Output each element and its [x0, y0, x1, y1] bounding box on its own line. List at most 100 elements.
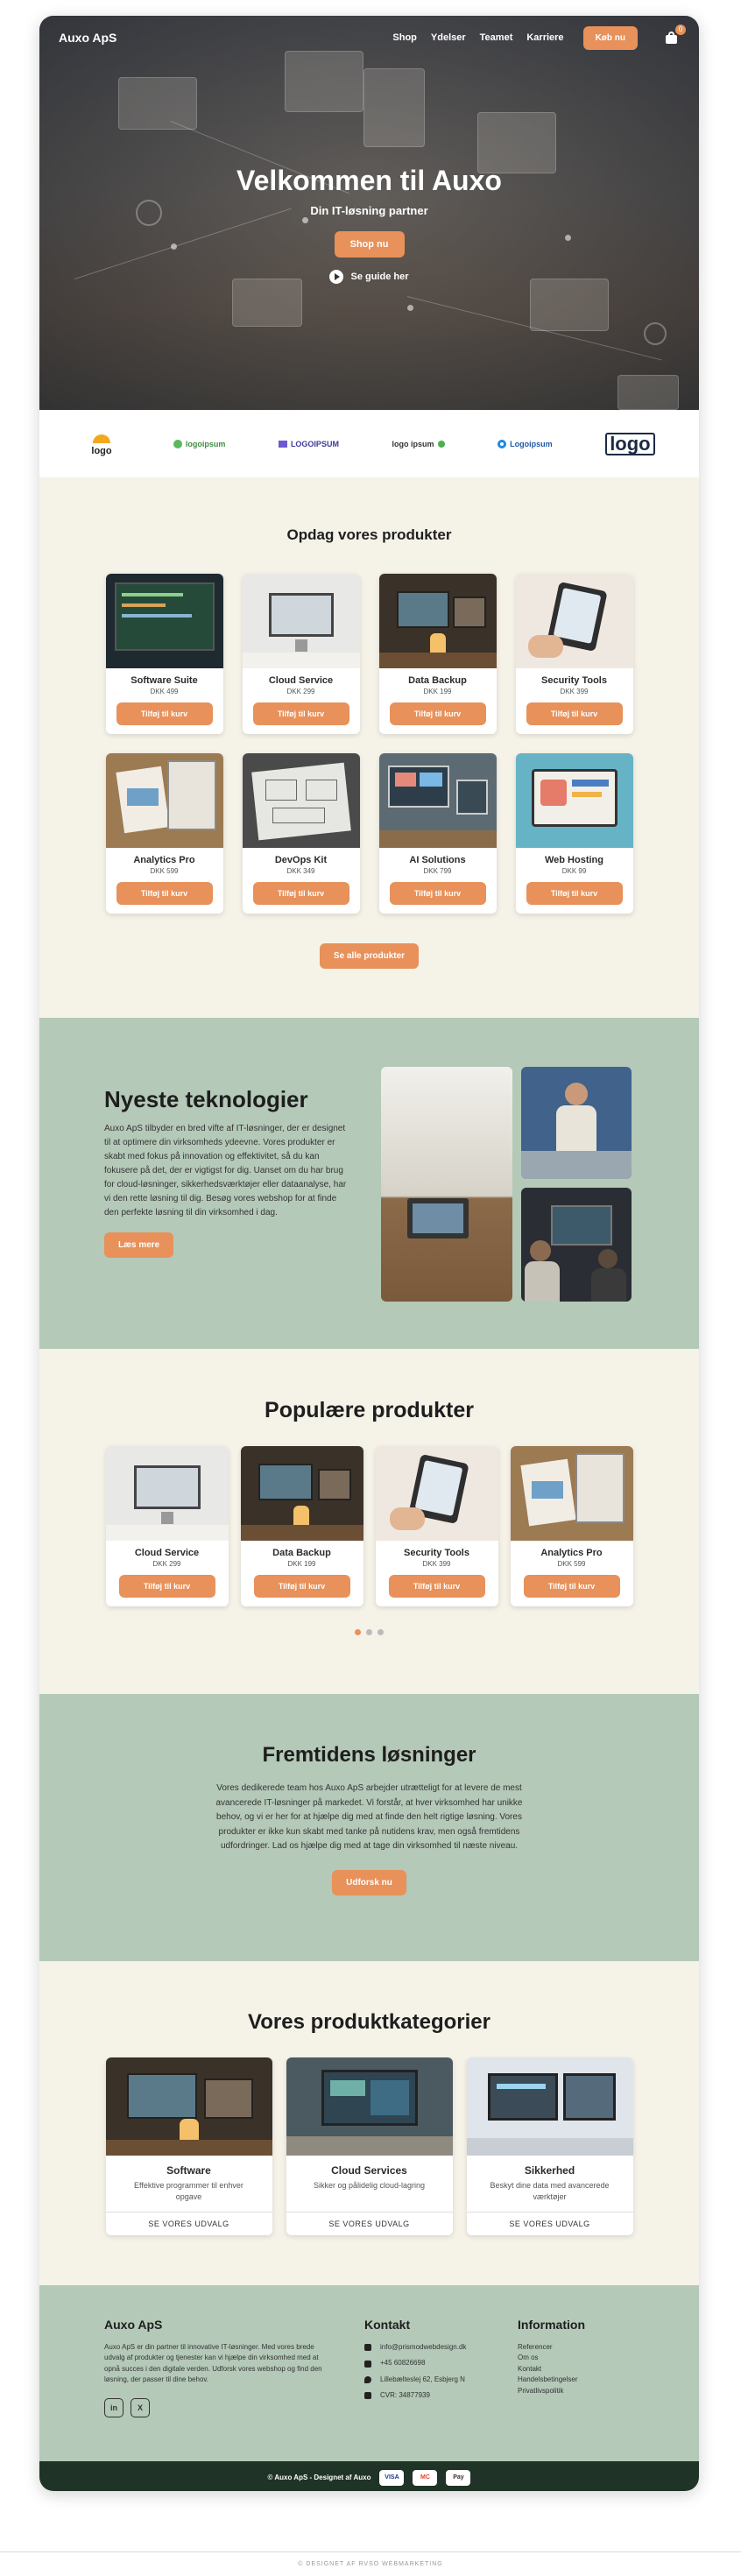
- office-background-shape: [381, 1067, 512, 1302]
- product-card[interactable]: DevOps Kit DKK 349 Tilføj til kurv: [242, 753, 360, 914]
- product-card[interactable]: AI Solutions DKK 799 Tilføj til kurv: [378, 753, 497, 914]
- products-title: Opdag vores produkter: [286, 526, 452, 543]
- product-name: Data Backup: [272, 1548, 331, 1558]
- hero-deco-notebook: [530, 279, 609, 331]
- product-price: DKK 299: [152, 1560, 181, 1568]
- info-link-referencer[interactable]: Referencer: [518, 2342, 623, 2353]
- product-name: Cloud Service: [134, 1548, 200, 1558]
- nav-link-teamet[interactable]: Teamet: [480, 32, 513, 43]
- person-body-shape: [525, 1261, 560, 1302]
- product-card[interactable]: Software Suite DKK 499 Tilføj til kurv: [105, 574, 223, 734]
- cart-body: [666, 35, 677, 44]
- location-pin-icon: [364, 2375, 371, 2383]
- designer-credit[interactable]: © DESIGNET AF RVSO WEBMARKETING: [0, 2561, 741, 2567]
- notebook-shape: [166, 760, 216, 830]
- product-card[interactable]: Cloud Service DKK 299 Tilføj til kurv: [242, 574, 360, 734]
- product-card[interactable]: Web Hosting DKK 99 Tilføj til kurv: [515, 753, 633, 914]
- add-to-cart-button[interactable]: Tilføj til kurv: [252, 702, 349, 725]
- category-card[interactable]: Sikkerhed Beskyt dine data med avancered…: [466, 2057, 633, 2235]
- buy-now-button[interactable]: Køb nu: [582, 25, 638, 50]
- add-to-cart-button[interactable]: Tilføj til kurv: [389, 882, 486, 905]
- add-to-cart-button[interactable]: Tilføj til kurv: [253, 1575, 350, 1598]
- product-card[interactable]: Analytics Pro DKK 599 Tilføj til kurv: [510, 1446, 633, 1606]
- category-desc: Sikker og pålidelig cloud-lagring: [313, 2181, 426, 2190]
- add-to-cart-button[interactable]: Tilføj til kurv: [526, 702, 623, 725]
- future-title: Fremtidens løsninger: [262, 1743, 476, 1767]
- screen-tile-shape: [329, 2080, 365, 2096]
- brand-name[interactable]: Auxo ApS: [59, 31, 116, 45]
- category-image: [286, 2057, 453, 2156]
- partner-logo-text: Logoipsum: [510, 439, 553, 448]
- cart-icon[interactable]: 0: [664, 25, 686, 46]
- add-to-cart-button[interactable]: Tilføj til kurv: [523, 1575, 620, 1598]
- info-link-om-os[interactable]: Om os: [518, 2353, 623, 2363]
- contact-email[interactable]: info@prismodwebdesign.dk: [364, 2342, 496, 2353]
- popular-title: Populære produkter: [265, 1398, 474, 1422]
- hero-content: Velkommen til Auxo Din IT-løsning partne…: [39, 165, 699, 284]
- add-to-cart-button[interactable]: Tilføj til kurv: [389, 702, 486, 725]
- contact-phone[interactable]: +45 60826698: [364, 2358, 496, 2368]
- carousel-dot[interactable]: [366, 1629, 372, 1635]
- footer-contact: Kontakt info@prismodwebdesign.dk +45 608…: [364, 2318, 496, 2407]
- team-screen-image: [521, 1188, 632, 1302]
- tech-body: Auxo ApS tilbyder en bred vifte af IT-lø…: [104, 1124, 347, 1217]
- read-more-button[interactable]: Læs mere: [104, 1232, 174, 1258]
- x-twitter-icon[interactable]: X: [131, 2397, 150, 2417]
- add-to-cart-button[interactable]: Tilføj til kurv: [116, 702, 213, 725]
- category-desc: Beskyt dine data med avancerede værktøje…: [490, 2181, 610, 2201]
- all-products-wrap: Se alle produkter: [39, 943, 699, 969]
- hero-deco-tablet: [363, 68, 425, 147]
- tech-title: Nyeste teknologier: [104, 1086, 308, 1112]
- add-to-cart-button[interactable]: Tilføj til kurv: [118, 1575, 215, 1598]
- category-card[interactable]: Software Effektive programmer til enhver…: [105, 2057, 272, 2235]
- product-card[interactable]: Cloud Service DKK 299 Tilføj til kurv: [105, 1446, 229, 1606]
- product-card[interactable]: Security Tools DKK 399 Tilføj til kurv: [515, 574, 633, 734]
- product-card[interactable]: Data Backup DKK 199 Tilføj til kurv: [240, 1446, 363, 1606]
- leaf-icon: [173, 439, 182, 448]
- product-image: [510, 1446, 633, 1541]
- nav-link-ydelser[interactable]: Ydelser: [431, 32, 466, 43]
- partner-logo: Logoipsum: [498, 439, 553, 448]
- carousel-dot[interactable]: [378, 1629, 384, 1635]
- product-card[interactable]: Analytics Pro DKK 599 Tilføj til kurv: [105, 753, 223, 914]
- nav-link-karriere[interactable]: Karriere: [526, 32, 563, 43]
- see-selection-link[interactable]: SE VORES UDVALG: [466, 2212, 633, 2235]
- nav-link-shop[interactable]: Shop: [392, 32, 417, 43]
- office-laptop-image: [381, 1067, 512, 1302]
- partner-logo: LOGOIPSUM: [278, 439, 339, 448]
- add-to-cart-button[interactable]: Tilføj til kurv: [116, 882, 213, 905]
- product-name: DevOps Kit: [274, 855, 328, 865]
- svg-text:logo: logo: [92, 446, 112, 456]
- add-to-cart-button[interactable]: Tilføj til kurv: [388, 1575, 485, 1598]
- product-name: Software Suite: [131, 675, 198, 686]
- info-link-handelsbetingelser[interactable]: Handelsbetingelser: [518, 2375, 623, 2385]
- info-link-kontakt[interactable]: Kontakt: [518, 2364, 623, 2375]
- sunrise-logo-icon: logo: [83, 434, 121, 457]
- add-to-cart-button[interactable]: Tilføj til kurv: [526, 882, 623, 905]
- person-body-shape: [556, 1105, 596, 1153]
- monitor-stand-shape: [160, 1512, 173, 1524]
- category-card[interactable]: Cloud Services Sikker og pålidelig cloud…: [286, 2057, 453, 2235]
- product-card[interactable]: Data Backup DKK 199 Tilføj til kurv: [378, 574, 497, 734]
- product-price: DKK 399: [422, 1560, 451, 1568]
- contact-list: info@prismodwebdesign.dk +45 60826698 Li…: [364, 2342, 496, 2402]
- monitor-shape: [455, 780, 488, 815]
- categories-title: Vores produktkategorier: [248, 2010, 490, 2034]
- see-selection-link[interactable]: SE VORES UDVALG: [105, 2212, 272, 2235]
- info-link-privatlivspolitik[interactable]: Privatlivspolitik: [518, 2386, 623, 2396]
- see-selection-link[interactable]: SE VORES UDVALG: [286, 2212, 453, 2235]
- shop-now-button[interactable]: Shop nu: [334, 231, 405, 258]
- product-image: [105, 574, 223, 668]
- hero-title: Velkommen til Auxo: [236, 165, 502, 196]
- see-all-products-button[interactable]: Se alle produkter: [319, 943, 420, 969]
- credit-divider: [0, 2551, 741, 2552]
- product-card[interactable]: Security Tools DKK 399 Tilføj til kurv: [375, 1446, 498, 1606]
- guide-link[interactable]: Se guide her: [39, 270, 699, 284]
- partner-logo-text: LOGOIPSUM: [290, 439, 339, 448]
- desk-shape: [521, 1151, 632, 1179]
- add-to-cart-button[interactable]: Tilføj til kurv: [252, 882, 349, 905]
- linkedin-icon[interactable]: in: [104, 2397, 124, 2417]
- explore-now-button[interactable]: Udforsk nu: [332, 1869, 406, 1895]
- chart-sketch-shape: [531, 1481, 563, 1499]
- carousel-dot-active[interactable]: [355, 1629, 361, 1635]
